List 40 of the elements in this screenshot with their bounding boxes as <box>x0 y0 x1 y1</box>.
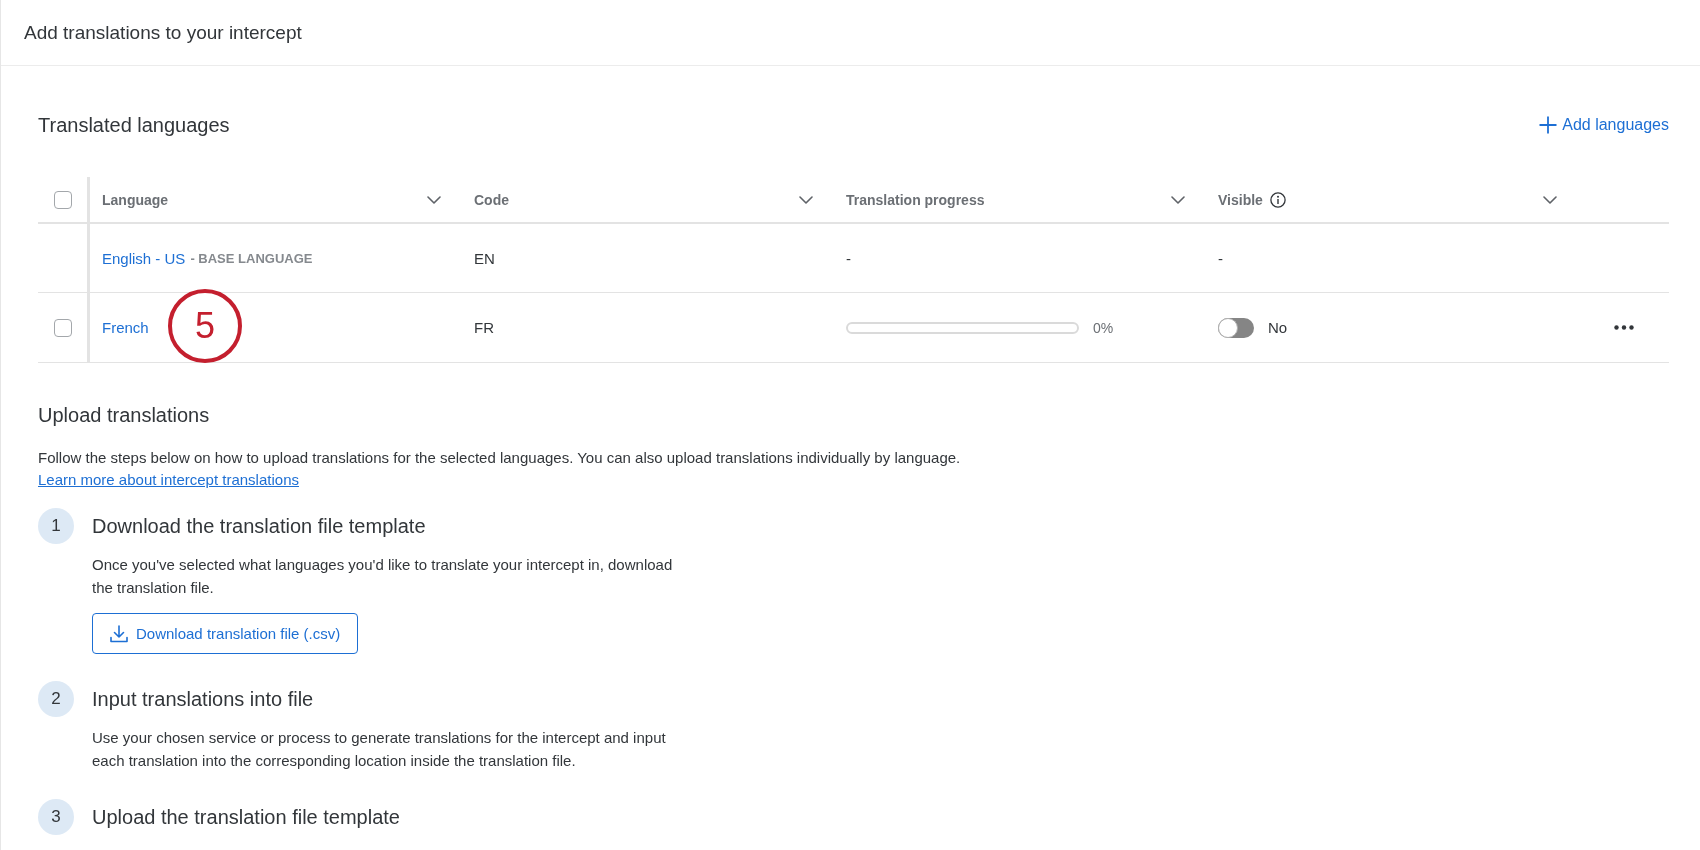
section-title: Translated languages <box>38 113 230 138</box>
step-title: Download the translation file template <box>92 514 426 539</box>
visibility-toggle[interactable] <box>1218 317 1254 338</box>
intro-text: Follow the steps below on how to upload translations for the selected languages. You can also upload translations individually by language. Learn more about intercept translations <box>38 448 962 490</box>
info-icon[interactable] <box>1269 191 1286 208</box>
step-number: 1 <box>38 508 74 544</box>
learn-more-link[interactable]: Learn more about intercept translations <box>38 471 299 488</box>
column-header: Code <box>474 191 509 208</box>
download-icon <box>110 624 128 643</box>
chevron-down-icon[interactable] <box>799 195 813 204</box>
language-link[interactable]: French <box>102 319 149 336</box>
visible-text: - <box>1218 249 1223 267</box>
column-header: Visible <box>1218 191 1263 208</box>
step-title: Input translations into file <box>92 687 314 712</box>
download-button[interactable]: Download translation file (.csv) <box>92 613 359 654</box>
page-title: Add translations to your intercept <box>24 21 302 44</box>
language-link[interactable]: English - US <box>102 249 186 267</box>
language-code: FR <box>474 319 494 336</box>
column-header: Language <box>102 191 169 208</box>
visibility-label: No <box>1268 319 1288 336</box>
add-languages-button[interactable]: Add languages <box>1539 116 1669 134</box>
step-title: Upload the translation file template <box>92 805 400 830</box>
ellipsis-icon <box>1613 325 1634 330</box>
step-description: Once you've selected what languages you'd like to translate your intercept in, download the translation file. <box>92 555 674 598</box>
column-header: Translation progress <box>846 191 985 208</box>
chevron-down-icon[interactable] <box>1171 195 1185 204</box>
plus-icon <box>1539 116 1558 134</box>
step-number: 3 <box>38 799 74 835</box>
progress-percent: 0% <box>1093 319 1114 336</box>
annotation-marker: 5 <box>168 289 242 363</box>
chevron-down-icon[interactable] <box>1543 195 1557 204</box>
progress-text: - <box>846 249 851 267</box>
select-all-checkbox[interactable] <box>53 190 72 209</box>
chevron-down-icon[interactable] <box>427 195 441 204</box>
row-checkbox[interactable] <box>53 318 72 337</box>
step-description: Use your chosen service or process to generate translations for the intercept and input each translation into the corresponding location inside the translation file. <box>92 728 667 771</box>
step-number: 2 <box>38 681 74 717</box>
section-title: Upload translations <box>38 403 210 428</box>
language-code: EN <box>474 249 495 267</box>
base-language-label: - BASE LANGUAGE <box>190 250 313 266</box>
